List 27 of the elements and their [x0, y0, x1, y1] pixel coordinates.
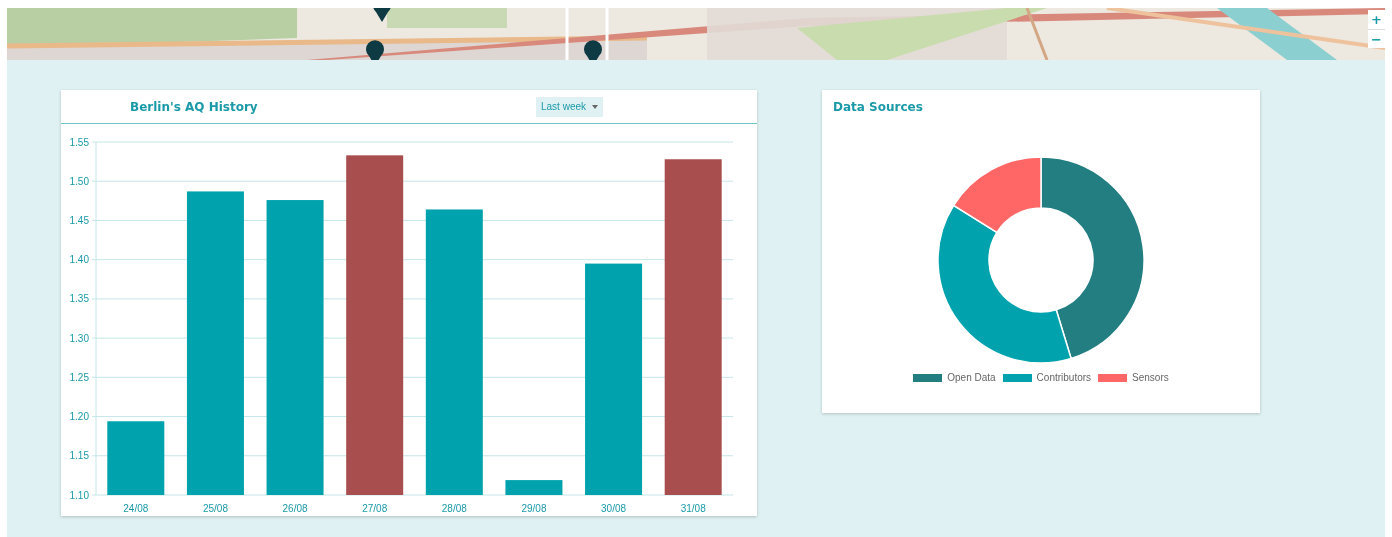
axis-category-label: 28/08 [441, 503, 467, 514]
axis-tick-label: 1.10 [69, 489, 89, 501]
axis-category-label: 24/08 [123, 503, 149, 514]
zoom-out-button[interactable]: − [1368, 29, 1385, 48]
axis-tick-label: 1.50 [69, 175, 89, 187]
axis-tick-label: 1.25 [69, 371, 89, 383]
caret-icon [592, 104, 599, 109]
card-title: Data Sources [833, 100, 924, 114]
period-dropdown[interactable]: Last week [536, 96, 604, 117]
axis-category-label: 26/08 [282, 503, 308, 514]
legend-label: Sensors [1132, 372, 1169, 383]
axis-category-label: 25/08 [202, 503, 228, 514]
axis-category-label: 31/08 [680, 503, 706, 514]
axis-tick-label: 1.35 [69, 293, 89, 305]
legend-label: Contributors [1036, 372, 1092, 383]
axis-tick-label: 1.40 [69, 254, 89, 266]
axis-tick-label: 1.55 [69, 136, 89, 148]
legend-label: Open Data [947, 372, 996, 383]
axis-category-label: 27/08 [362, 503, 388, 514]
axis-tick-label: 1.30 [69, 332, 89, 344]
axis-tick-label: 1.15 [69, 450, 89, 462]
axis-category-label: 30/08 [601, 503, 627, 514]
axis-category-label: 29/08 [521, 503, 547, 514]
axis-tick-label: 1.20 [69, 411, 89, 423]
axis-tick-label: 1.45 [69, 214, 89, 226]
bar [505, 480, 563, 495]
card-title: Berlin's AQ History [130, 99, 259, 114]
